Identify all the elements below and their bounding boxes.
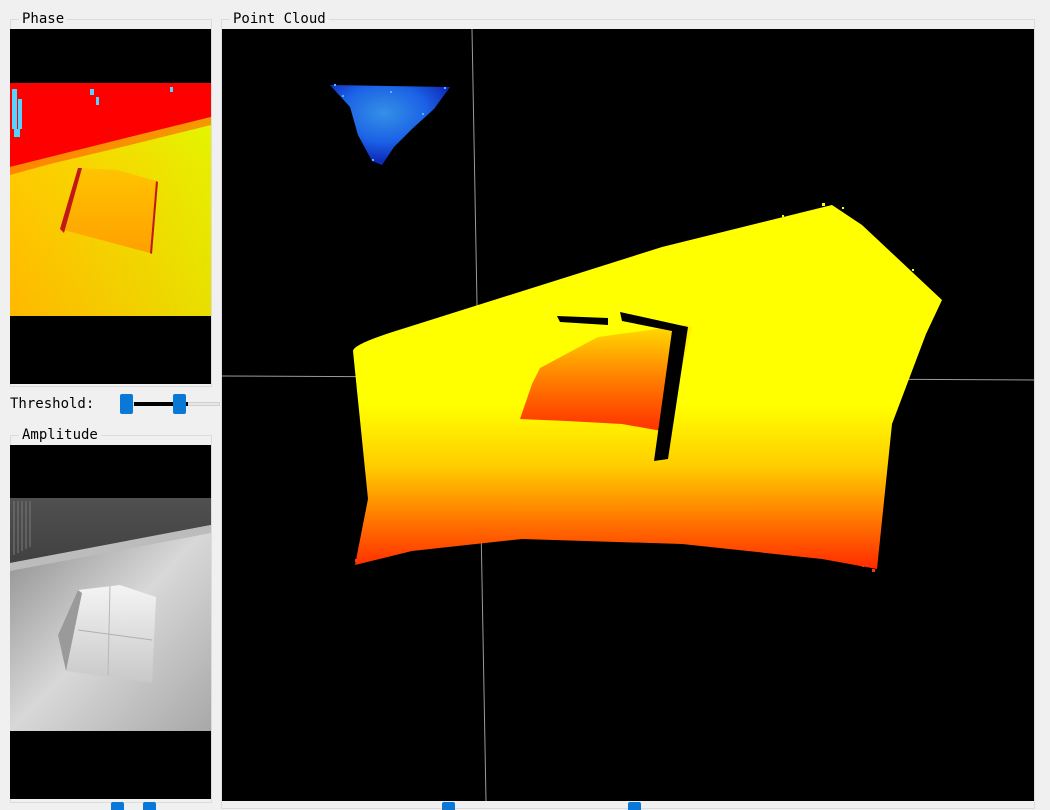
point-cloud-scroll-handle-1[interactable] xyxy=(442,802,455,810)
threshold-range-slider[interactable] xyxy=(120,393,220,415)
point-cloud-title: Point Cloud xyxy=(230,10,329,28)
threshold-high-handle[interactable] xyxy=(173,394,186,414)
point-cloud-scroll-handle-2[interactable] xyxy=(628,802,641,810)
amplitude-scroll-handle-1[interactable] xyxy=(111,802,124,810)
amplitude-title: Amplitude xyxy=(19,426,101,444)
phase-view[interactable] xyxy=(10,29,211,384)
threshold-row: Threshold: xyxy=(10,393,220,415)
point-cloud-view[interactable] xyxy=(222,29,1034,801)
amplitude-view[interactable] xyxy=(10,445,211,799)
point-cloud-canvas xyxy=(222,29,1034,801)
point-cloud-blue-cluster xyxy=(330,85,450,165)
threshold-label: Threshold: xyxy=(10,396,95,412)
amplitude-scroll-handle-2[interactable] xyxy=(143,802,156,810)
phase-image xyxy=(10,83,211,316)
amplitude-image xyxy=(10,498,211,731)
threshold-low-handle[interactable] xyxy=(120,394,133,414)
phase-title: Phase xyxy=(19,10,68,28)
